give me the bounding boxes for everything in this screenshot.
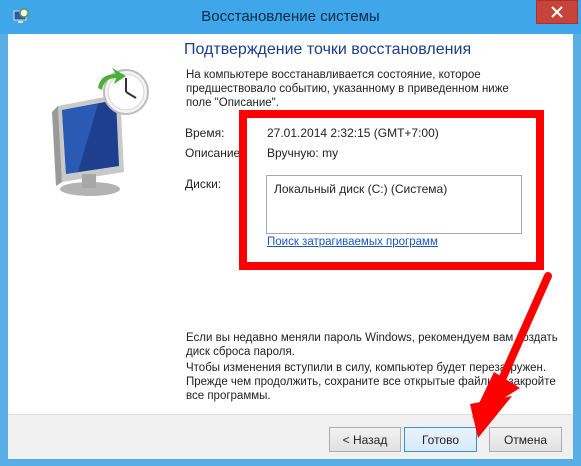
page-heading: Подтверждение точки восстановления — [184, 41, 472, 58]
close-icon — [551, 6, 563, 18]
cancel-button[interactable]: Отмена — [489, 427, 562, 452]
back-button[interactable]: < Назад — [329, 427, 401, 452]
disks-list[interactable]: Локальный диск (C:) (Система) — [266, 175, 522, 234]
intro-text: На компьютере восстанавливается состояни… — [186, 69, 509, 109]
system-restore-monitor-icon — [52, 68, 149, 196]
disk-item[interactable]: Локальный диск (C:) (Система) — [274, 182, 447, 196]
window-title: Восстановление системы — [201, 8, 380, 25]
affected-programs-link[interactable]: Поиск затрагиваемых программ — [267, 236, 438, 248]
time-value: 27.01.2014 2:32:15 (GMT+7:00) — [267, 126, 439, 140]
time-label: Время: — [185, 126, 225, 140]
password-warning: Если вы недавно меняли пароль Windows, р… — [186, 332, 558, 358]
close-button[interactable] — [536, 0, 578, 24]
finish-button[interactable]: Готово — [404, 427, 477, 452]
description-label: Описание: — [185, 146, 244, 160]
dialog-body: Подтверждение точки восстановления На ко… — [8, 34, 573, 459]
side-art — [8, 34, 173, 414]
description-value: Вручную: my — [267, 146, 339, 160]
restart-warning: Чтобы изменения вступили в силу, компьют… — [186, 362, 556, 402]
title-bar[interactable]: Восстановление системы — [0, 0, 581, 34]
button-bar: < Назад Готово Отмена — [8, 414, 573, 459]
system-restore-window: Восстановление системы Подтверждение точ… — [0, 0, 581, 466]
disks-label: Диски: — [185, 177, 222, 191]
